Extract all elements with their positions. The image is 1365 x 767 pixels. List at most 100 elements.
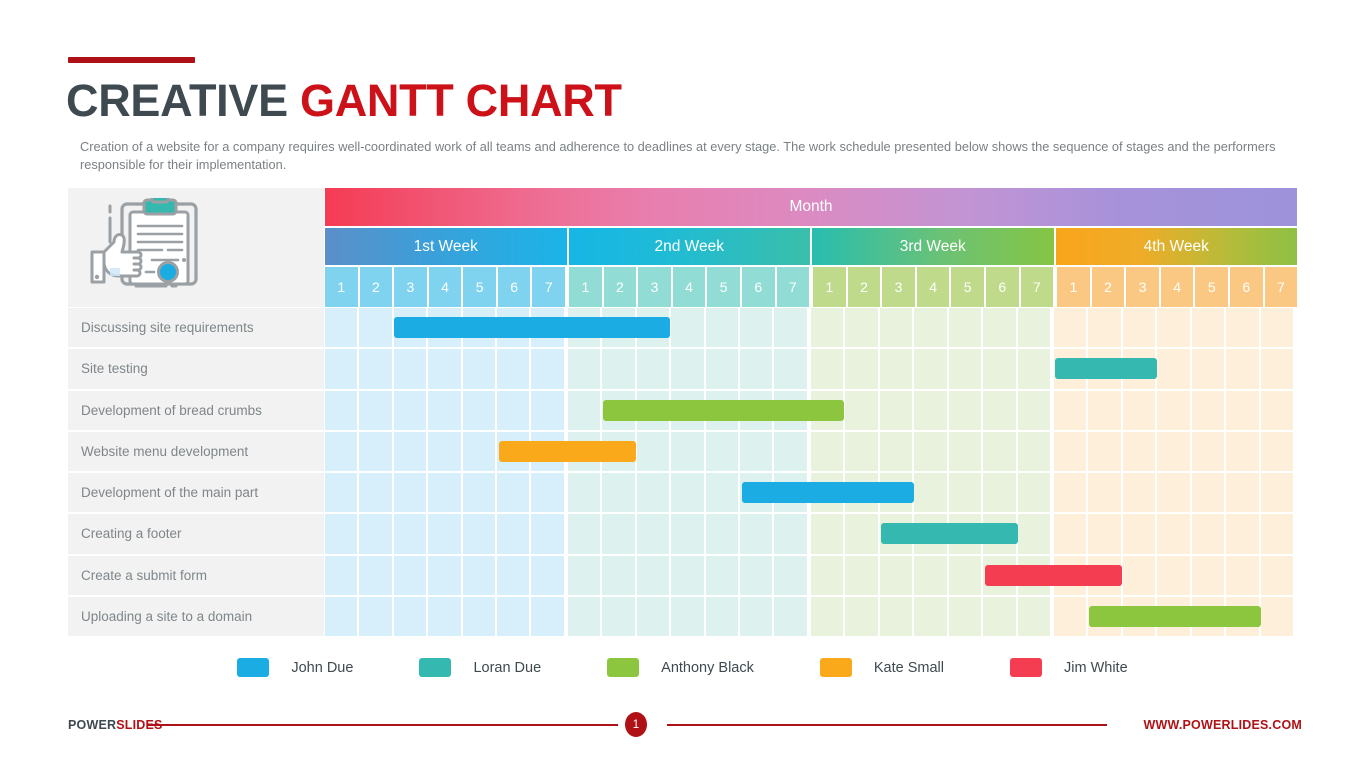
legend-item[interactable]: Jim White [1009, 658, 1128, 677]
legend-color-swatch [819, 658, 852, 677]
day-header-cell: 6 [741, 267, 775, 307]
gantt-grid-cell [462, 473, 495, 513]
gantt-body: Discussing site requirements Site testing… [68, 308, 1297, 638]
gantt-grid-cell [740, 596, 773, 636]
day-header-cell: 4 [1160, 267, 1194, 307]
page-title-part1: CREATIVE [66, 75, 300, 126]
gantt-grid-cell [948, 308, 982, 348]
gantt-grid-cell [602, 596, 635, 636]
gantt-grid-cell [948, 596, 982, 636]
gantt-grid-cell [740, 349, 773, 389]
gantt-grid-cell [879, 308, 913, 348]
gantt-grid-cell [324, 349, 358, 389]
gantt-grid-cell [740, 555, 773, 595]
gantt-grid-cell [393, 349, 427, 389]
day-header-cell: 3 [1126, 267, 1159, 307]
gantt-grid-cell [845, 308, 878, 348]
day-header-cell: 2 [1091, 267, 1125, 307]
month-header: Month [325, 188, 1297, 226]
gantt-grid-cell [671, 349, 704, 389]
gantt-grid-cell [671, 473, 704, 513]
gantt-grid-cell [705, 349, 739, 389]
gantt-grid-cell [531, 555, 564, 595]
task-label: Create a submit form [68, 555, 324, 597]
gantt-bar[interactable] [741, 482, 914, 503]
gantt-grid-cell [983, 596, 1016, 636]
gantt-grid-cell [1260, 473, 1294, 513]
task-label: Uploading a site to a domain [68, 596, 324, 638]
gantt-grid-cell [531, 390, 564, 430]
day-header-cell: 7 [1020, 267, 1054, 307]
gantt-bar[interactable] [602, 399, 845, 421]
gantt-grid-cell [705, 308, 739, 348]
week-header-2: 2nd Week [568, 228, 810, 265]
gantt-bar[interactable] [880, 523, 1018, 545]
gantt-grid-cell [740, 431, 773, 471]
gantt-bar[interactable] [394, 317, 671, 338]
legend-item[interactable]: Anthony Black [607, 658, 754, 677]
legend-item[interactable]: John Due [237, 658, 353, 677]
gantt-grid-cell [774, 555, 807, 595]
gantt-grid-cell [671, 555, 704, 595]
gantt-grid-cell [1191, 349, 1225, 389]
day-header-cell: 6 [985, 267, 1019, 307]
gantt-grid-cell [948, 349, 982, 389]
gantt-bar[interactable] [1089, 605, 1262, 627]
gantt-grid-cell [324, 555, 358, 595]
gantt-grid-cell [567, 555, 601, 595]
gantt-grid-cell [428, 514, 461, 554]
gantt-bar[interactable] [985, 564, 1123, 586]
gantt-grid-cell [1157, 473, 1190, 513]
gantt-row: Create a submit form [68, 555, 1297, 597]
page-subtitle: Creation of a website for a company requ… [80, 139, 1276, 172]
gantt-grid-cell [324, 473, 358, 513]
gantt-grid-cell [428, 473, 461, 513]
legend-item[interactable]: Loran Due [419, 658, 541, 677]
clipboard-thumbs-up-icon [90, 192, 240, 303]
gantt-grid-cell [705, 473, 739, 513]
gantt-grid-cell [324, 514, 358, 554]
gantt-grid-cell [983, 308, 1016, 348]
day-header-cell: 6 [1230, 267, 1263, 307]
legend-label: John Due [291, 659, 354, 676]
day-header-cell: 2 [847, 267, 881, 307]
gantt-grid-cell [879, 596, 913, 636]
gantt-grid-cell [1260, 514, 1294, 554]
day-header-cell: 1 [1057, 267, 1090, 307]
legend-item[interactable]: Kate Small [819, 658, 944, 677]
task-label: Creating a footer [68, 514, 324, 556]
gantt-row: Creating a footer [68, 514, 1297, 556]
task-label: Development of the main part [68, 473, 324, 515]
gantt-grid-cell [1017, 596, 1050, 636]
legend-label: Kate Small [873, 659, 944, 676]
gantt-grid-cell [1226, 431, 1259, 471]
gantt-grid-cell [1122, 308, 1156, 348]
gantt-grid-cell [983, 431, 1016, 471]
day-header-cell: 5 [1195, 267, 1229, 307]
gantt-bar[interactable] [1054, 358, 1157, 380]
gantt-row: Site testing [68, 349, 1297, 391]
gantt-grid-cell [393, 555, 427, 595]
gantt-grid-cell [983, 473, 1016, 513]
gantt-grid-cell [1191, 473, 1225, 513]
gantt-grid-cell [602, 514, 635, 554]
gantt-grid-cell [1260, 596, 1294, 636]
gantt-grid-cell [671, 308, 704, 348]
legend-color-swatch [607, 658, 640, 677]
day-header-cell: 3 [882, 267, 915, 307]
gantt-grid-cell [671, 514, 704, 554]
gantt-grid-cell [359, 473, 392, 513]
day-header-cell: 1 [813, 267, 846, 307]
gantt-grid-cell [462, 390, 495, 430]
page-title: CREATIVE GANTT CHART [66, 73, 622, 129]
gantt-grid-cell [1017, 514, 1050, 554]
day-header-cell: 2 [603, 267, 637, 307]
gantt-grid-cell [531, 473, 564, 513]
gantt-grid-cell [983, 390, 1016, 430]
gantt-grid-cell [1053, 431, 1087, 471]
gantt-grid-cell [1226, 308, 1259, 348]
gantt-row-track [324, 473, 1297, 514]
week-header-3: 3rd Week [812, 228, 1054, 265]
gantt-bar[interactable] [498, 440, 636, 462]
gantt-grid-cell [324, 308, 358, 348]
